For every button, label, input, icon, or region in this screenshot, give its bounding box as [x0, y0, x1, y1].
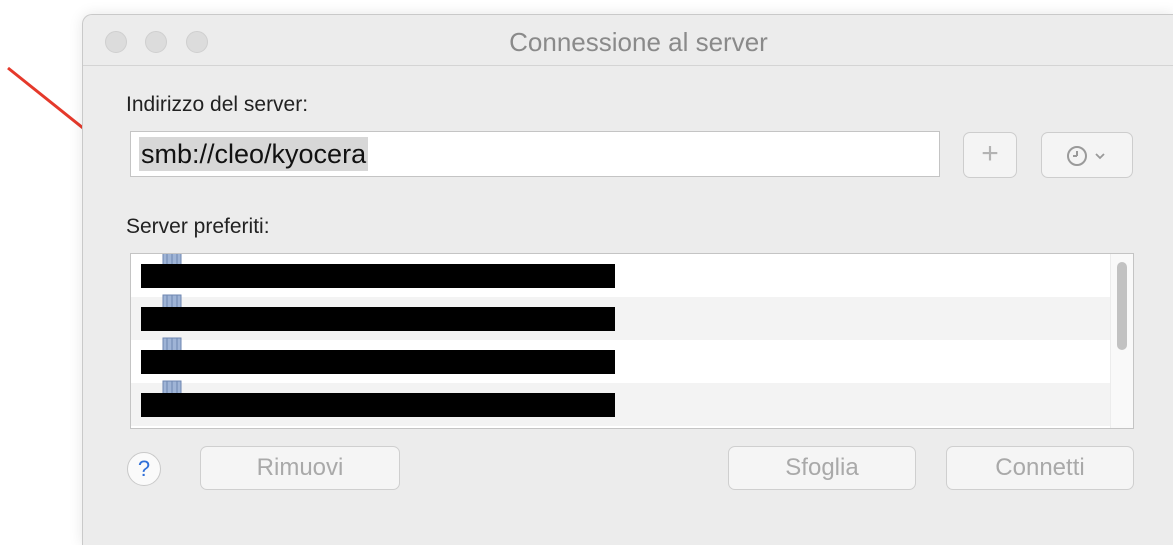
title-bar: Connessione al server [83, 15, 1173, 66]
clock-icon [1067, 146, 1105, 166]
window-title: Connessione al server [509, 27, 768, 57]
list-item[interactable] [131, 337, 1111, 383]
help-button[interactable]: ? [127, 452, 161, 486]
list-item[interactable] [131, 294, 1111, 340]
remove-button[interactable]: Rimuovi [200, 446, 400, 490]
server-address-input[interactable]: smb://cleo/kyocera [130, 131, 940, 177]
scroll-thumb[interactable] [1117, 262, 1127, 350]
redacted-server-name [141, 264, 615, 288]
add-favorite-button[interactable]: + [963, 132, 1017, 178]
list-item[interactable] [131, 380, 1111, 426]
server-address-value: smb://cleo/kyocera [139, 137, 369, 171]
redacted-server-name [141, 393, 615, 417]
connect-button[interactable]: Connetti [946, 446, 1134, 490]
favorite-servers-label: Server preferiti: [126, 215, 270, 238]
favorites-scrollbar[interactable] [1110, 254, 1133, 428]
recent-servers-button[interactable] [1041, 132, 1133, 178]
browse-button[interactable]: Sfoglia [728, 446, 916, 490]
favorite-servers-list [130, 253, 1134, 429]
redacted-server-name [141, 307, 615, 331]
list-item[interactable] [131, 254, 1111, 297]
server-address-label: Indirizzo del server: [126, 93, 309, 116]
connect-to-server-window: Connessione al server Indirizzo del serv… [82, 14, 1173, 545]
redacted-server-name [141, 350, 615, 374]
